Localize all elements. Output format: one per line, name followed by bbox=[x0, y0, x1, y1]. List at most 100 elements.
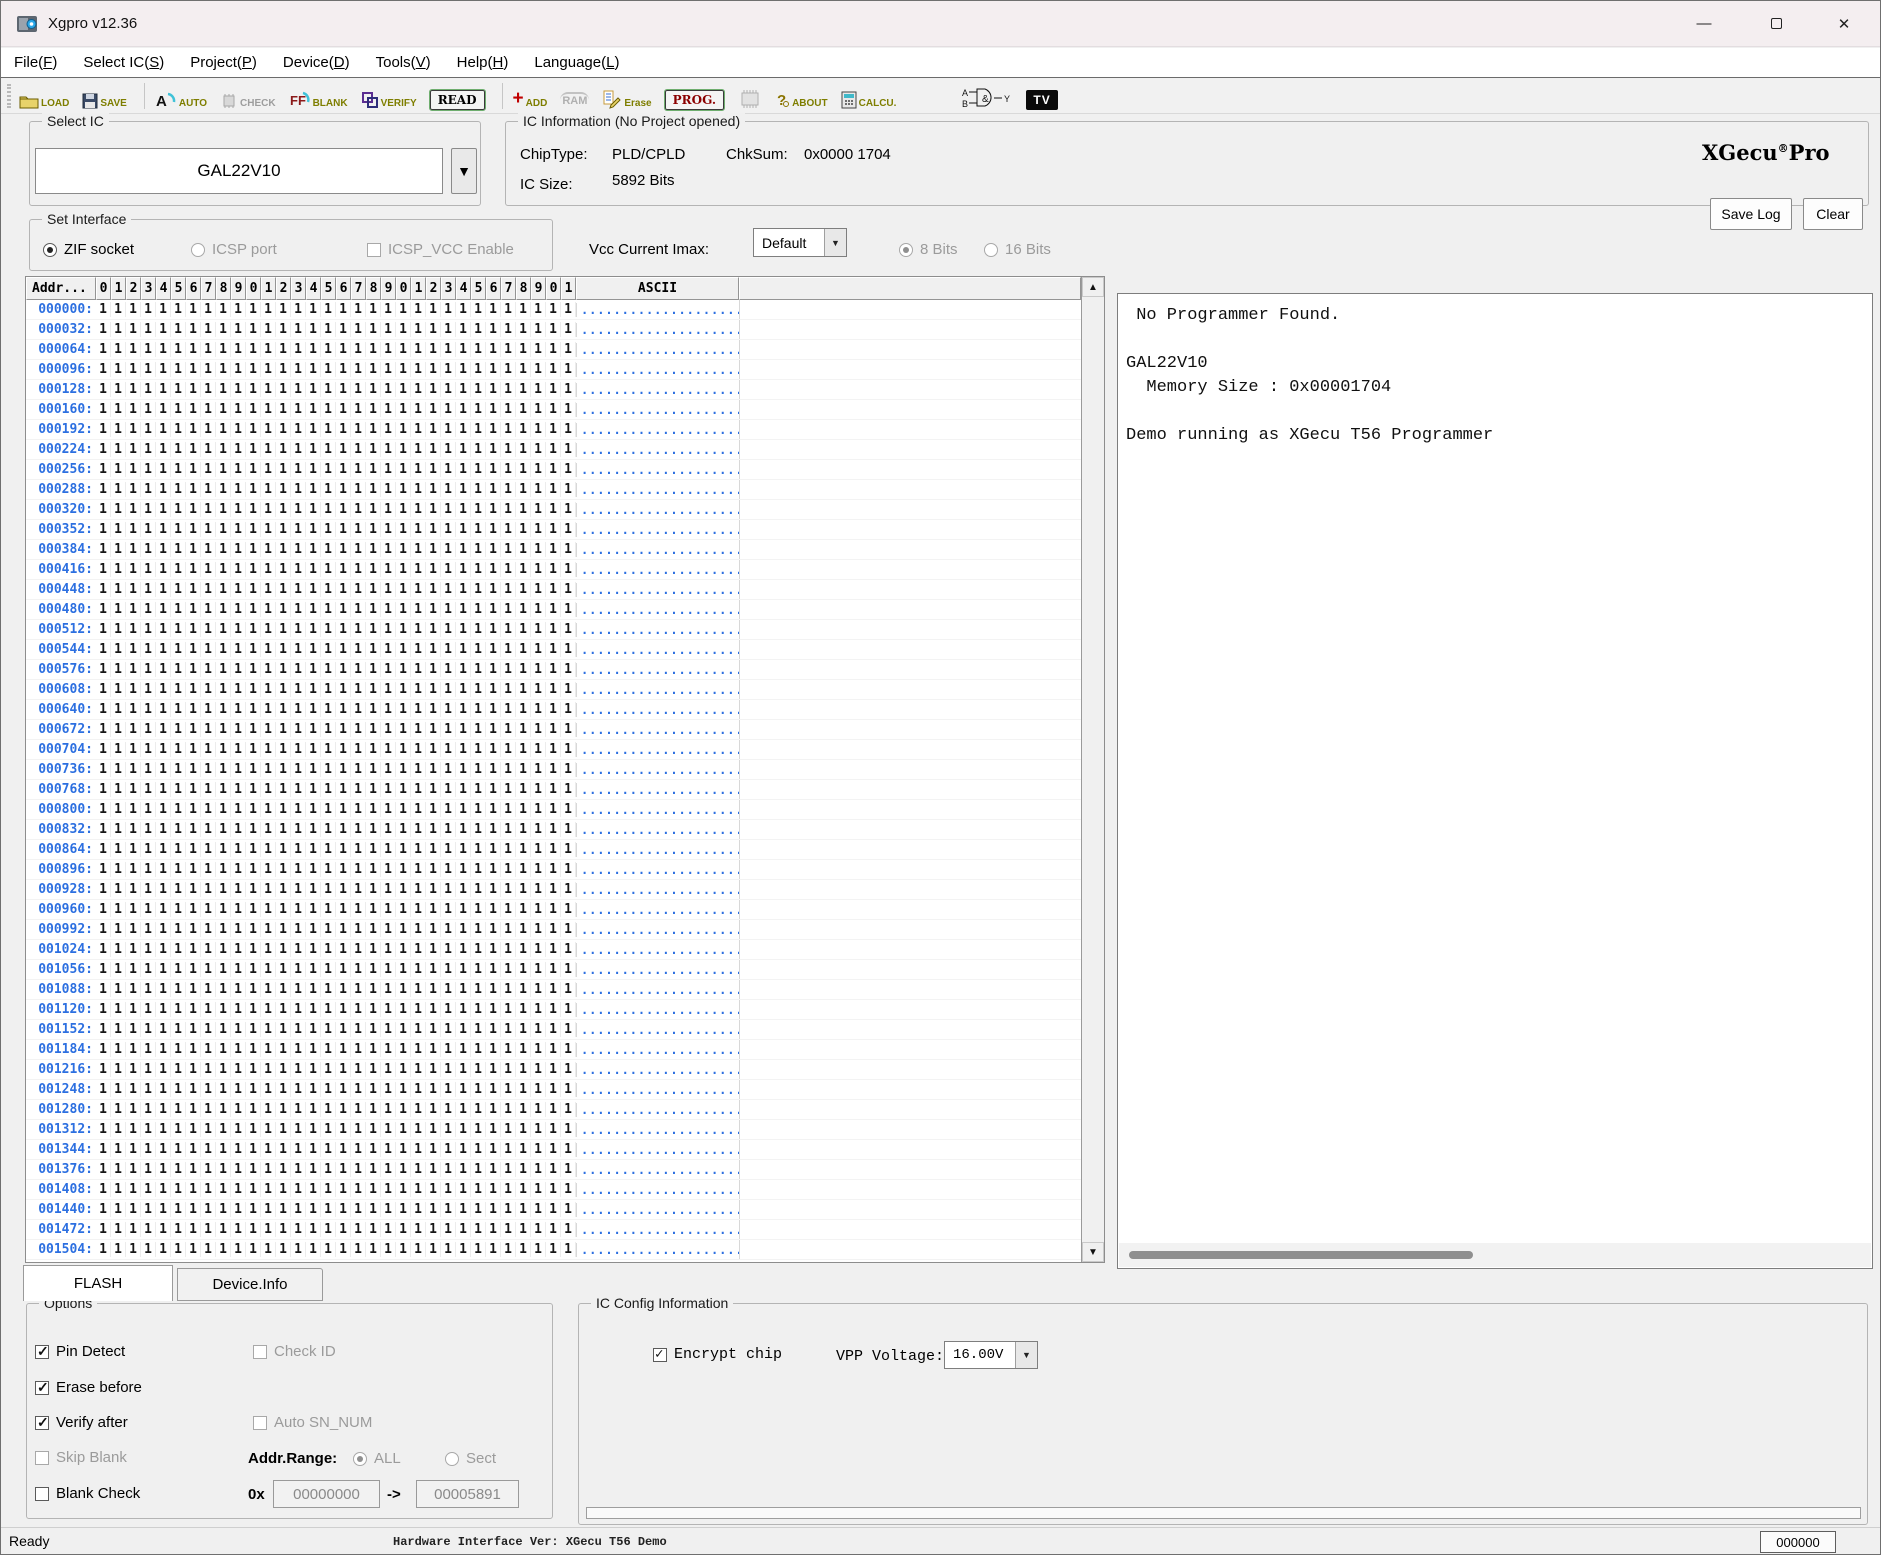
toolbar-chip-button[interactable] bbox=[737, 83, 763, 109]
pin-detect-checkbox[interactable]: Pin Detect bbox=[35, 1343, 125, 1360]
toolbar-read-button[interactable]: READ bbox=[430, 83, 485, 109]
vertical-scrollbar[interactable]: ▲ ▼ bbox=[1081, 277, 1104, 1262]
bit-column-header[interactable]: 4 bbox=[456, 277, 471, 300]
scroll-up-button[interactable]: ▲ bbox=[1082, 277, 1104, 297]
toolbar-tv-button[interactable]: TV bbox=[1026, 83, 1057, 109]
bit-column-header[interactable]: 5 bbox=[321, 277, 336, 300]
hex-row[interactable]: 001440:11111111111111111111111111111111.… bbox=[26, 1200, 1081, 1220]
save-log-button[interactable]: Save Log bbox=[1710, 198, 1792, 230]
bit-column-header[interactable]: 2 bbox=[126, 277, 141, 300]
tab-device-info[interactable]: Device.Info bbox=[177, 1268, 323, 1301]
hex-row[interactable]: 001024:11111111111111111111111111111111.… bbox=[26, 940, 1081, 960]
hex-row[interactable]: 000544:11111111111111111111111111111111.… bbox=[26, 640, 1081, 660]
encrypt-chip-checkbox[interactable]: Encrypt chip bbox=[653, 1346, 782, 1363]
toolbar-save-button[interactable]: SAVE bbox=[82, 83, 127, 109]
hex-row[interactable]: 000864:11111111111111111111111111111111.… bbox=[26, 840, 1081, 860]
bit-column-header[interactable]: 9 bbox=[381, 277, 396, 300]
menu-language[interactable]: Language(L) bbox=[521, 48, 632, 77]
hex-row[interactable]: 000672:11111111111111111111111111111111.… bbox=[26, 720, 1081, 740]
hex-row[interactable]: 000128:11111111111111111111111111111111.… bbox=[26, 380, 1081, 400]
hex-row[interactable]: 000064:11111111111111111111111111111111.… bbox=[26, 340, 1081, 360]
menu-help[interactable]: Help(H) bbox=[444, 48, 522, 77]
toolbar-verify-button[interactable]: VERIFY bbox=[361, 83, 417, 109]
bit-column-header[interactable]: 7 bbox=[351, 277, 366, 300]
hex-row[interactable]: 000512:11111111111111111111111111111111.… bbox=[26, 620, 1081, 640]
auto-sn-num-checkbox[interactable]: Auto SN_NUM bbox=[253, 1414, 372, 1431]
tab-flash[interactable]: FLASH bbox=[23, 1265, 173, 1301]
bit-column-header[interactable]: 5 bbox=[171, 277, 186, 300]
bit-column-header[interactable]: 6 bbox=[186, 277, 201, 300]
toolbar-auto-button[interactable]: AAUTO bbox=[155, 83, 207, 109]
hex-row[interactable]: 000960:11111111111111111111111111111111.… bbox=[26, 900, 1081, 920]
vcc-imax-combo[interactable]: Default ▼ bbox=[753, 228, 847, 257]
hex-row[interactable]: 001312:11111111111111111111111111111111.… bbox=[26, 1120, 1081, 1140]
hex-row[interactable]: 000480:11111111111111111111111111111111.… bbox=[26, 600, 1081, 620]
hex-row[interactable]: 001056:11111111111111111111111111111111.… bbox=[26, 960, 1081, 980]
hex-row[interactable]: 001376:11111111111111111111111111111111.… bbox=[26, 1160, 1081, 1180]
addr-range-all-radio[interactable]: ALL bbox=[353, 1450, 401, 1467]
scroll-down-button[interactable]: ▼ bbox=[1082, 1242, 1104, 1262]
hex-row[interactable]: 001472:11111111111111111111111111111111.… bbox=[26, 1220, 1081, 1240]
bit-column-header[interactable]: 9 bbox=[231, 277, 246, 300]
bit-column-header[interactable]: 1 bbox=[261, 277, 276, 300]
hex-row[interactable]: 000416:11111111111111111111111111111111.… bbox=[26, 560, 1081, 580]
skip-blank-checkbox[interactable]: Skip Blank bbox=[35, 1449, 127, 1466]
bits16-radio[interactable]: 16 Bits bbox=[984, 241, 1051, 258]
hex-grid-rows[interactable]: 000000:11111111111111111111111111111111.… bbox=[26, 300, 1081, 1260]
addr-range-sect-radio[interactable]: Sect bbox=[445, 1450, 496, 1467]
blank-check-checkbox[interactable]: Blank Check bbox=[35, 1485, 140, 1502]
bit-column-header[interactable]: 1 bbox=[111, 277, 126, 300]
hex-row[interactable]: 000160:11111111111111111111111111111111.… bbox=[26, 400, 1081, 420]
bit-column-header[interactable]: 2 bbox=[426, 277, 441, 300]
bit-column-header[interactable]: 7 bbox=[201, 277, 216, 300]
vpp-voltage-combo[interactable]: 16.00V ▼ bbox=[944, 1341, 1038, 1369]
clear-button[interactable]: Clear bbox=[1803, 198, 1863, 230]
hex-row[interactable]: 001248:11111111111111111111111111111111.… bbox=[26, 1080, 1081, 1100]
minimize-button[interactable]: — bbox=[1676, 1, 1732, 46]
hex-row[interactable]: 001504:11111111111111111111111111111111.… bbox=[26, 1240, 1081, 1260]
hex-row[interactable]: 000704:11111111111111111111111111111111.… bbox=[26, 740, 1081, 760]
bit-column-header[interactable]: 8 bbox=[366, 277, 381, 300]
check-id-checkbox[interactable]: Check ID bbox=[253, 1343, 336, 1360]
ascii-column-header[interactable]: ASCII bbox=[576, 277, 739, 300]
bit-column-header[interactable]: 0 bbox=[396, 277, 411, 300]
hex-row[interactable]: 001216:11111111111111111111111111111111.… bbox=[26, 1060, 1081, 1080]
hex-row[interactable]: 001152:11111111111111111111111111111111.… bbox=[26, 1020, 1081, 1040]
bit-column-header[interactable]: 6 bbox=[486, 277, 501, 300]
bit-column-header[interactable]: 4 bbox=[306, 277, 321, 300]
bit-column-header[interactable]: 8 bbox=[516, 277, 531, 300]
hex-row[interactable]: 001408:11111111111111111111111111111111.… bbox=[26, 1180, 1081, 1200]
hex-row[interactable]: 000032:11111111111111111111111111111111.… bbox=[26, 320, 1081, 340]
hex-row[interactable]: 001344:11111111111111111111111111111111.… bbox=[26, 1140, 1081, 1160]
menu-tools[interactable]: Tools(V) bbox=[363, 48, 444, 77]
toolbar-prog-button[interactable]: PROG. bbox=[665, 83, 724, 109]
range-from-field[interactable]: 00000000 bbox=[273, 1480, 380, 1508]
icsp-vcc-checkbox[interactable]: ICSP_VCC Enable bbox=[367, 241, 514, 258]
toolbar-add-button[interactable]: +ADD bbox=[513, 83, 548, 109]
hex-row[interactable]: 000352:11111111111111111111111111111111.… bbox=[26, 520, 1081, 540]
icsp-port-radio[interactable]: ICSP port bbox=[191, 241, 277, 258]
bits8-radio[interactable]: 8 Bits bbox=[899, 241, 958, 258]
addr-column-header[interactable]: Addr... bbox=[26, 277, 96, 300]
hex-row[interactable]: 000608:11111111111111111111111111111111.… bbox=[26, 680, 1081, 700]
hex-row[interactable]: 000896:11111111111111111111111111111111.… bbox=[26, 860, 1081, 880]
toolbar-erase-button[interactable]: Erase bbox=[602, 83, 651, 109]
menu-file[interactable]: File(F) bbox=[1, 48, 70, 77]
hex-row[interactable]: 000384:11111111111111111111111111111111.… bbox=[26, 540, 1081, 560]
hex-row[interactable]: 000736:11111111111111111111111111111111.… bbox=[26, 760, 1081, 780]
hex-row[interactable]: 000576:11111111111111111111111111111111.… bbox=[26, 660, 1081, 680]
log-horizontal-scrollbar[interactable] bbox=[1119, 1243, 1871, 1267]
hex-row[interactable]: 000096:11111111111111111111111111111111.… bbox=[26, 360, 1081, 380]
hex-row[interactable]: 000768:11111111111111111111111111111111.… bbox=[26, 780, 1081, 800]
hex-row[interactable]: 000224:11111111111111111111111111111111.… bbox=[26, 440, 1081, 460]
hex-row[interactable]: 000256:11111111111111111111111111111111.… bbox=[26, 460, 1081, 480]
hex-row[interactable]: 000800:11111111111111111111111111111111.… bbox=[26, 800, 1081, 820]
bit-column-header[interactable]: 1 bbox=[411, 277, 426, 300]
hex-row[interactable]: 001120:11111111111111111111111111111111.… bbox=[26, 1000, 1081, 1020]
bit-column-header[interactable]: 5 bbox=[471, 277, 486, 300]
bit-column-header[interactable]: 0 bbox=[246, 277, 261, 300]
scrollbar-thumb[interactable] bbox=[1129, 1251, 1473, 1259]
bit-column-header[interactable]: 9 bbox=[531, 277, 546, 300]
hex-row[interactable]: 000640:11111111111111111111111111111111.… bbox=[26, 700, 1081, 720]
toolbar-load-button[interactable]: LOAD bbox=[19, 83, 69, 109]
